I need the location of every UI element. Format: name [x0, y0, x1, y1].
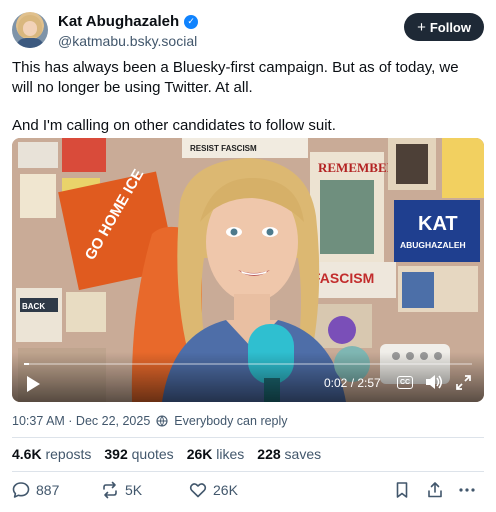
reposts-label: reposts [45, 446, 92, 462]
video-progress-fill [24, 363, 29, 365]
repost-count: 5K [125, 482, 143, 498]
video-controls-gradient [12, 352, 484, 402]
plus-icon: + [417, 18, 426, 36]
author-name-row: Kat Abughazaleh ✓ [58, 13, 199, 30]
post-paragraph-2: And I'm calling on other candidates to f… [12, 117, 336, 134]
poster-abughazaleh-text: ABUGHAZALEH [400, 240, 466, 250]
reply-setting: Everybody can reply [174, 414, 288, 428]
post-text: This has always been a Bluesky-first cam… [12, 58, 482, 136]
heart-icon [189, 483, 207, 498]
video-player[interactable]: GO HOME ICE BACK RESIST FASCISM REMEMBER… [12, 138, 484, 402]
like-button[interactable]: 26K [189, 481, 238, 499]
author-handle[interactable]: @katmabu.bsky.social [58, 33, 197, 49]
reposts-stat[interactable]: 4.6K reposts [12, 446, 91, 462]
poster-back-text: BACK [22, 302, 45, 311]
bookmark-icon [396, 482, 408, 498]
post-timestamp[interactable]: 10:37 AM · Dec 22, 2025 [12, 414, 150, 428]
volume-icon[interactable] [425, 374, 443, 390]
poster-kat-text: KAT [418, 213, 458, 235]
video-time: 0:02 / 2:57 [324, 376, 381, 390]
share-icon [428, 482, 442, 498]
play-icon[interactable] [24, 375, 42, 393]
post-actions: 887 5K 26K [12, 481, 484, 503]
poster-remember-text: REMEMBER [318, 160, 397, 175]
divider-bottom [12, 471, 484, 472]
poster-fascism-text: FASCISM [312, 270, 374, 286]
repost-button[interactable]: 5K [101, 481, 142, 499]
divider-top [12, 437, 484, 438]
verified-check-icon: ✓ [184, 14, 199, 29]
avatar[interactable] [12, 12, 48, 48]
likes-count: 26K [186, 446, 213, 462]
reply-button[interactable]: 887 [12, 481, 59, 499]
post-paragraph-1: This has always been a Bluesky-first cam… [12, 59, 459, 96]
reposts-count: 4.6K [12, 446, 42, 462]
more-dots-icon [459, 488, 475, 492]
poster-resist-text: RESIST FASCISM [190, 144, 257, 153]
saves-stat[interactable]: 228 saves [257, 446, 321, 462]
follow-button-label: Follow [429, 19, 471, 35]
repost-icon [103, 481, 117, 499]
quotes-count: 392 [104, 446, 128, 462]
video-progress-bar[interactable] [24, 363, 472, 365]
bookmark-button[interactable] [393, 481, 411, 499]
post-header: Kat Abughazaleh ✓ @katmabu.bsky.social +… [12, 12, 484, 52]
likes-label: likes [216, 446, 245, 462]
saves-label: saves [284, 446, 322, 462]
reply-count: 887 [36, 482, 60, 498]
fullscreen-icon[interactable] [456, 375, 471, 390]
quotes-stat[interactable]: 392 quotes [104, 446, 173, 462]
share-button[interactable] [426, 481, 444, 499]
reply-icon [12, 482, 30, 498]
like-count: 26K [213, 482, 238, 498]
more-options-button[interactable] [458, 481, 476, 499]
saves-count: 228 [257, 446, 281, 462]
captions-button[interactable]: CC [397, 376, 413, 389]
author-display-name[interactable]: Kat Abughazaleh [58, 13, 179, 30]
follow-button[interactable]: + Follow [404, 13, 484, 41]
likes-stat[interactable]: 26K likes [187, 446, 245, 462]
post-stats: 4.6K reposts 392 quotes 26K likes 228 sa… [12, 446, 321, 462]
quotes-label: quotes [131, 446, 174, 462]
post-meta: 10:37 AM · Dec 22, 2025 Everybody can re… [12, 414, 288, 428]
globe-icon [156, 415, 168, 427]
